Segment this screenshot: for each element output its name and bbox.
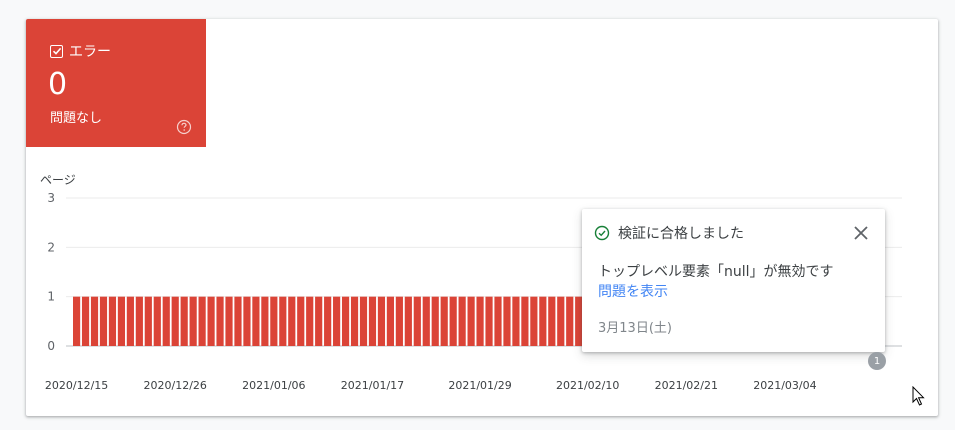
bar: [99, 296, 108, 346]
x-tick-label: 2021/03/04: [753, 379, 816, 392]
annotation-badge[interactable]: 1: [868, 352, 886, 370]
bar: [288, 296, 296, 346]
bar: [404, 296, 412, 346]
bar: [530, 296, 538, 346]
bar: [359, 296, 368, 346]
tooltip-title: 検証に合格しました: [618, 226, 744, 242]
bar: [234, 296, 242, 346]
bar: [180, 296, 188, 346]
bar: [135, 296, 143, 346]
bar: [216, 296, 224, 346]
tooltip-header: 検証に合格しました: [594, 223, 744, 243]
bar: [162, 296, 170, 346]
bar: [395, 296, 403, 346]
bar: [243, 296, 251, 346]
tooltip-issue-text: トップレベル要素「null」が無効です: [598, 264, 834, 280]
bar: [153, 296, 161, 346]
x-tick-label: 2020/12/15: [45, 379, 108, 392]
bar: [90, 296, 99, 346]
bar: [458, 296, 466, 346]
view-issue-link[interactable]: 問題を表示: [598, 281, 668, 301]
bar: [548, 296, 556, 346]
bar: [81, 296, 90, 346]
bar: [333, 296, 341, 346]
bar: [422, 296, 430, 346]
bar: [557, 296, 565, 346]
bar: [189, 296, 197, 346]
mouse-cursor-icon: [912, 386, 925, 406]
y-tick-label: 0: [47, 339, 55, 353]
bar: [494, 296, 502, 346]
bar: [440, 296, 448, 346]
bar: [261, 296, 269, 346]
bar: [485, 296, 493, 346]
bar: [315, 296, 323, 346]
bar: [476, 296, 484, 346]
bar: [117, 296, 126, 346]
tooltip-date: 3月13日(土): [598, 321, 672, 336]
x-tick-label: 2020/12/26: [144, 379, 207, 392]
bar: [413, 296, 421, 346]
bar: [306, 296, 314, 346]
bar: [126, 296, 134, 346]
bar: [279, 296, 287, 346]
bar: [431, 296, 439, 346]
tooltip-popup: 検証に合格しました トップレベル要素「null」が無効です 問題を表示 3月13…: [582, 209, 885, 352]
bar: [108, 296, 117, 346]
bar: [539, 296, 547, 346]
bar: [521, 296, 529, 346]
y-tick-label: 3: [47, 191, 55, 205]
bar: [270, 296, 278, 346]
bar: [503, 296, 511, 346]
error-report-card: エラー 0 問題なし ページ 0 1 2 3 2020/12/15 2020/12/26 20…: [26, 19, 938, 416]
x-tick-label: 2021/01/29: [448, 379, 511, 392]
check-circle-icon: [594, 225, 610, 241]
bar: [368, 296, 377, 346]
y-tick-label: 1: [47, 290, 55, 304]
bar: [467, 296, 475, 346]
bar: [144, 296, 152, 346]
bar: [377, 296, 386, 346]
close-icon[interactable]: [852, 224, 870, 242]
bar: [341, 296, 350, 346]
bar: [171, 296, 179, 346]
x-tick-label: 2021/01/17: [341, 379, 404, 392]
bar: [566, 296, 574, 346]
bar: [449, 296, 457, 346]
bar: [225, 296, 233, 346]
x-tick-label: 2021/02/10: [556, 379, 619, 392]
bar: [73, 296, 81, 346]
y-axis-title: ページ: [40, 173, 76, 187]
bar: [386, 296, 394, 346]
x-tick-label: 2021/01/06: [242, 379, 305, 392]
x-tick-label: 2021/02/21: [655, 379, 718, 392]
bar: [324, 296, 332, 346]
bar: [350, 296, 359, 346]
y-tick-label: 2: [47, 240, 55, 254]
bar: [198, 296, 206, 346]
bar: [252, 296, 260, 346]
bar: [297, 296, 305, 346]
bar: [207, 296, 215, 346]
bar: [512, 296, 520, 346]
